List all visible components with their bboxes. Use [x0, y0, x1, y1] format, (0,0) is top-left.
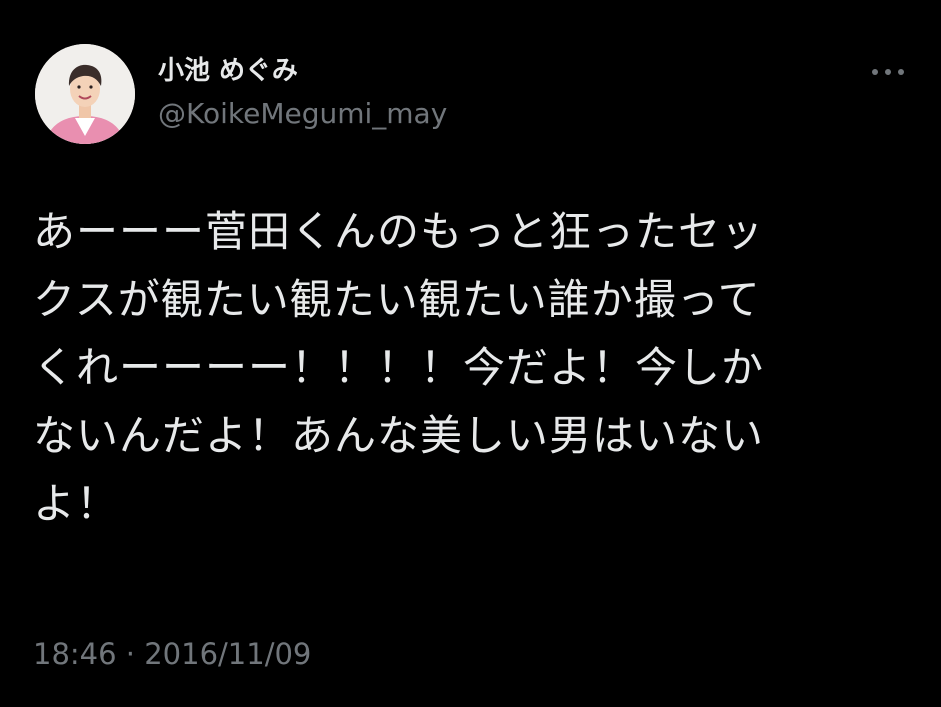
- more-options-button[interactable]: [866, 58, 910, 86]
- author-display-name[interactable]: 小池 めぐみ: [158, 54, 298, 88]
- tweet-text-line: ないんだよ！あんな美しい男はいない: [33, 411, 765, 460]
- tweet-text: あーーー菅田くんのもっと狂ったセッ クスが観たい観たい観たい誰か撮って くれーー…: [33, 198, 893, 538]
- tweet-text-line: あーーー菅田くんのもっと狂ったセッ: [33, 207, 765, 256]
- tweet-text-line: よ！: [33, 479, 120, 528]
- profile-photo: [35, 44, 135, 144]
- tweet-timestamp[interactable]: 18:46 · 2016/11/09: [33, 634, 311, 674]
- author-handle[interactable]: @KoikeMegumi_may: [158, 96, 447, 132]
- tweet-text-line: クスが観たい観たい観たい誰か撮って: [33, 275, 761, 324]
- avatar[interactable]: [35, 44, 135, 144]
- more-horizontal-icon: [872, 69, 904, 75]
- tweet-card: 小池 めぐみ @KoikeMegumi_may あーーー菅田くんのもっと狂ったセ…: [0, 0, 941, 707]
- tweet-text-line: くれーーーー！！！！今だよ！今しか: [33, 343, 765, 392]
